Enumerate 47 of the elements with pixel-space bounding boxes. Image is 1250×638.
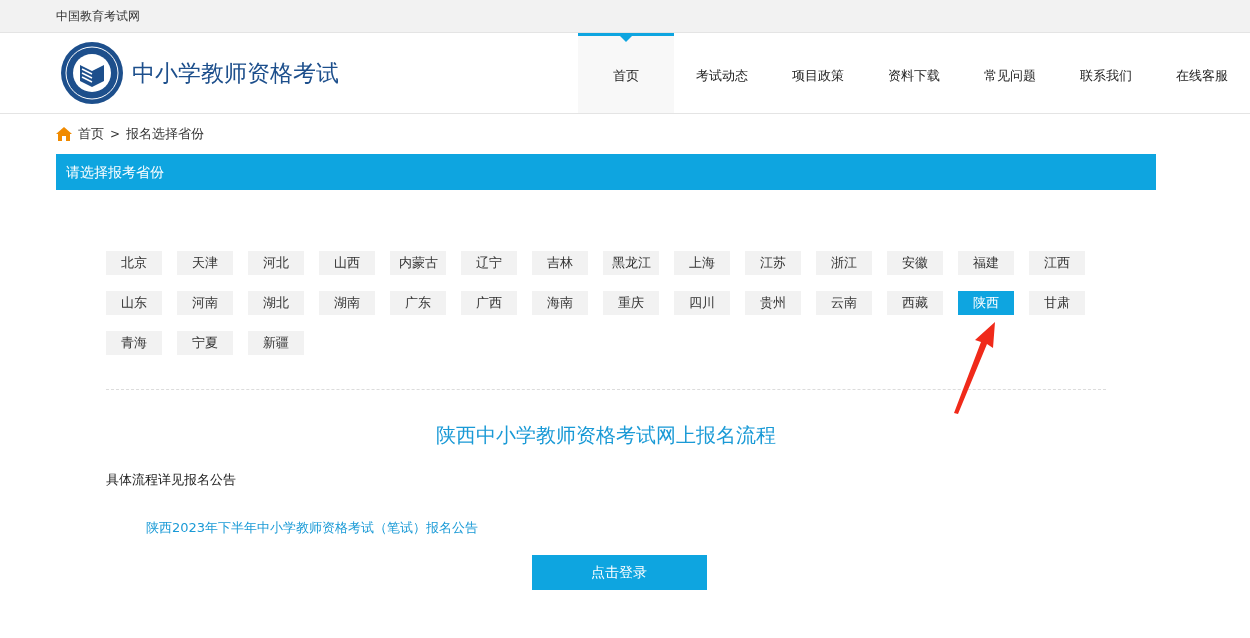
home-icon: [56, 127, 72, 141]
province-button[interactable]: 上海: [674, 251, 730, 275]
nav-tab[interactable]: 项目政策: [770, 33, 866, 113]
province-button[interactable]: 山东: [106, 291, 162, 315]
nav-tab[interactable]: 在线客服: [1154, 33, 1250, 113]
province-button[interactable]: 西藏: [887, 291, 943, 315]
logo-icon: [60, 41, 124, 105]
province-button[interactable]: 江西: [1029, 251, 1085, 275]
panel-title: 请选择报考省份: [66, 164, 164, 180]
province-button[interactable]: 湖南: [319, 291, 375, 315]
province-button[interactable]: 广西: [461, 291, 517, 315]
site-title: 中小学教师资格考试: [132, 58, 339, 88]
province-button[interactable]: 江苏: [745, 251, 801, 275]
breadcrumb-link[interactable]: 首页: [78, 125, 104, 143]
province-button[interactable]: 福建: [958, 251, 1014, 275]
province-button[interactable]: 四川: [674, 291, 730, 315]
nav-tab[interactable]: 联系我们: [1058, 33, 1154, 113]
province-button[interactable]: 山西: [319, 251, 375, 275]
nav-tab[interactable]: 考试动态: [674, 33, 770, 113]
province-button[interactable]: 海南: [532, 291, 588, 315]
province-button[interactable]: 新疆: [248, 331, 304, 355]
province-button[interactable]: 重庆: [603, 291, 659, 315]
province-button[interactable]: 青海: [106, 331, 162, 355]
province-button[interactable]: 辽宁: [461, 251, 517, 275]
process-heading: 陕西中小学教师资格考试网上报名流程: [435, 422, 777, 449]
process-note: 具体流程详见报名公告: [106, 471, 237, 489]
province-button[interactable]: 内蒙古: [390, 251, 446, 275]
province-button[interactable]: 贵州: [745, 291, 801, 315]
province-button[interactable]: 吉林: [532, 251, 588, 275]
province-button[interactable]: 安徽: [887, 251, 943, 275]
province-button[interactable]: 河北: [248, 251, 304, 275]
breadcrumb-separator: >: [110, 127, 121, 141]
province-button[interactable]: 广东: [390, 291, 446, 315]
province-button[interactable]: 河南: [177, 291, 233, 315]
breadcrumb-current: 报名选择省份: [126, 125, 205, 143]
site-name-link[interactable]: 中国教育考试网: [56, 9, 140, 23]
nav-tab[interactable]: 首页: [578, 33, 674, 113]
province-button[interactable]: 北京: [106, 251, 162, 275]
province-button[interactable]: 天津: [177, 251, 233, 275]
nav-tab[interactable]: 常见问题: [962, 33, 1058, 113]
province-button[interactable]: 黑龙江: [603, 251, 659, 275]
province-button[interactable]: 甘肃: [1029, 291, 1085, 315]
province-button[interactable]: 浙江: [816, 251, 872, 275]
province-button[interactable]: 湖北: [248, 291, 304, 315]
nav-tab[interactable]: 资料下载: [866, 33, 962, 113]
province-button[interactable]: 云南: [816, 291, 872, 315]
province-button[interactable]: 宁夏: [177, 331, 233, 355]
